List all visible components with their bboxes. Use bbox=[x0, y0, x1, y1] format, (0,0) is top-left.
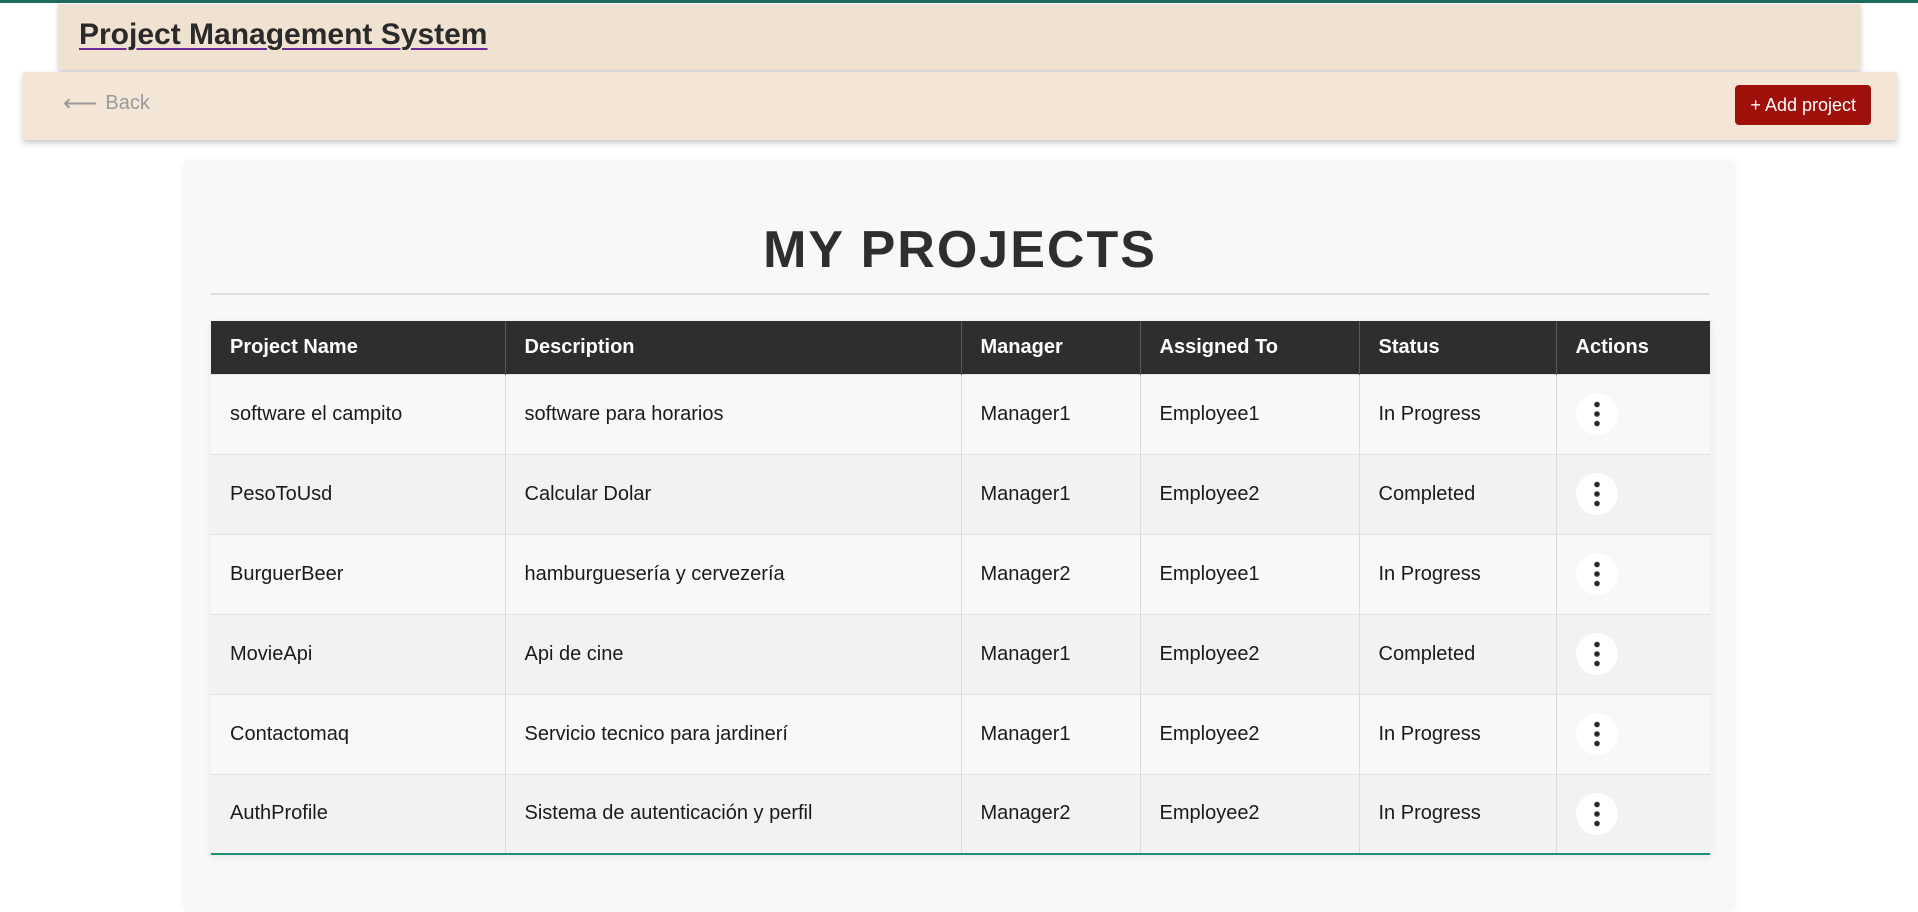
column-header-manager: Manager bbox=[961, 321, 1141, 374]
manager-cell: Manager1 bbox=[961, 693, 1141, 774]
assigned-to-cell: Employee2 bbox=[1140, 453, 1360, 534]
row-actions-button[interactable] bbox=[1575, 792, 1618, 835]
status-cell: In Progress bbox=[1359, 373, 1557, 454]
column-header-assigned-to: Assigned To bbox=[1140, 321, 1360, 374]
row-actions-button[interactable] bbox=[1575, 633, 1618, 675]
assigned-to-cell: Employee2 bbox=[1140, 613, 1360, 694]
top-accent-line bbox=[0, 0, 1918, 3]
vertical-dots-icon bbox=[1593, 721, 1600, 747]
manager-cell: Manager1 bbox=[961, 453, 1141, 534]
vertical-dots-icon bbox=[1593, 561, 1600, 587]
table-row: software el campito software para horari… bbox=[211, 373, 1710, 454]
manager-cell: Manager1 bbox=[961, 613, 1141, 694]
back-link[interactable]: ⟵ Back bbox=[63, 89, 150, 117]
status-cell: In Progress bbox=[1359, 773, 1557, 854]
column-header-project-name: Project Name bbox=[211, 321, 506, 374]
actions-cell bbox=[1556, 533, 1710, 614]
project-name-cell: BurguerBeer bbox=[211, 533, 506, 614]
table-row: AuthProfile Sistema de autenticación y p… bbox=[211, 773, 1710, 854]
vertical-dots-icon bbox=[1593, 401, 1600, 427]
project-name-cell: software el campito bbox=[211, 373, 506, 454]
column-header-status: Status bbox=[1359, 321, 1557, 374]
projects-card: MY PROJECTS Project Name Description Man… bbox=[184, 162, 1734, 910]
actions-cell bbox=[1556, 693, 1710, 774]
description-cell: hamburguesería y cervezería bbox=[505, 533, 962, 614]
actions-cell bbox=[1556, 773, 1710, 854]
table-header-row: Project Name Description Manager Assigne… bbox=[211, 321, 1710, 374]
manager-cell: Manager2 bbox=[961, 533, 1141, 614]
description-cell: Servicio tecnico para jardinerí bbox=[505, 693, 962, 774]
assigned-to-cell: Employee2 bbox=[1140, 773, 1360, 854]
title-divider bbox=[211, 293, 1709, 295]
action-bar: ⟵ Back + Add project bbox=[23, 72, 1897, 140]
back-label: Back bbox=[105, 92, 150, 114]
back-arrow-icon: ⟵ bbox=[63, 89, 98, 117]
table-row: BurguerBeer hamburguesería y cervezería … bbox=[211, 533, 1710, 614]
description-cell: software para horarios bbox=[505, 373, 962, 454]
status-cell: In Progress bbox=[1359, 533, 1557, 614]
actions-cell bbox=[1556, 453, 1710, 534]
actions-cell bbox=[1556, 613, 1710, 694]
actions-cell bbox=[1556, 373, 1710, 454]
row-actions-button[interactable] bbox=[1575, 553, 1618, 595]
status-cell: Completed bbox=[1359, 453, 1557, 534]
project-name-cell: AuthProfile bbox=[211, 773, 506, 854]
description-cell: Api de cine bbox=[505, 613, 962, 694]
table-row: Contactomaq Servicio tecnico para jardin… bbox=[211, 693, 1710, 774]
vertical-dots-icon bbox=[1593, 641, 1600, 667]
table-row: PesoToUsd Calcular Dolar Manager1 Employ… bbox=[211, 453, 1710, 534]
description-cell: Sistema de autenticación y perfil bbox=[505, 773, 962, 854]
app-header: Project Management System bbox=[58, 4, 1861, 70]
page-title: MY PROJECTS bbox=[763, 221, 1157, 279]
manager-cell: Manager2 bbox=[961, 773, 1141, 854]
project-name-cell: Contactomaq bbox=[211, 693, 506, 774]
assigned-to-cell: Employee2 bbox=[1140, 693, 1360, 774]
app-title-link[interactable]: Project Management System bbox=[79, 18, 487, 52]
assigned-to-cell: Employee1 bbox=[1140, 533, 1360, 614]
projects-table: Project Name Description Manager Assigne… bbox=[211, 321, 1710, 855]
add-project-button[interactable]: + Add project bbox=[1735, 85, 1871, 125]
project-name-cell: PesoToUsd bbox=[211, 453, 506, 534]
table-row: MovieApi Api de cine Manager1 Employee2 … bbox=[211, 613, 1710, 694]
manager-cell: Manager1 bbox=[961, 373, 1141, 454]
description-cell: Calcular Dolar bbox=[505, 453, 962, 534]
status-cell: Completed bbox=[1359, 613, 1557, 694]
column-header-actions: Actions bbox=[1556, 321, 1710, 374]
assigned-to-cell: Employee1 bbox=[1140, 373, 1360, 454]
row-actions-button[interactable] bbox=[1575, 393, 1618, 435]
vertical-dots-icon bbox=[1593, 801, 1600, 827]
status-cell: In Progress bbox=[1359, 693, 1557, 774]
row-actions-button[interactable] bbox=[1575, 473, 1618, 515]
project-name-cell: MovieApi bbox=[211, 613, 506, 694]
column-header-description: Description bbox=[505, 321, 962, 374]
vertical-dots-icon bbox=[1593, 481, 1600, 507]
row-actions-button[interactable] bbox=[1575, 713, 1618, 755]
